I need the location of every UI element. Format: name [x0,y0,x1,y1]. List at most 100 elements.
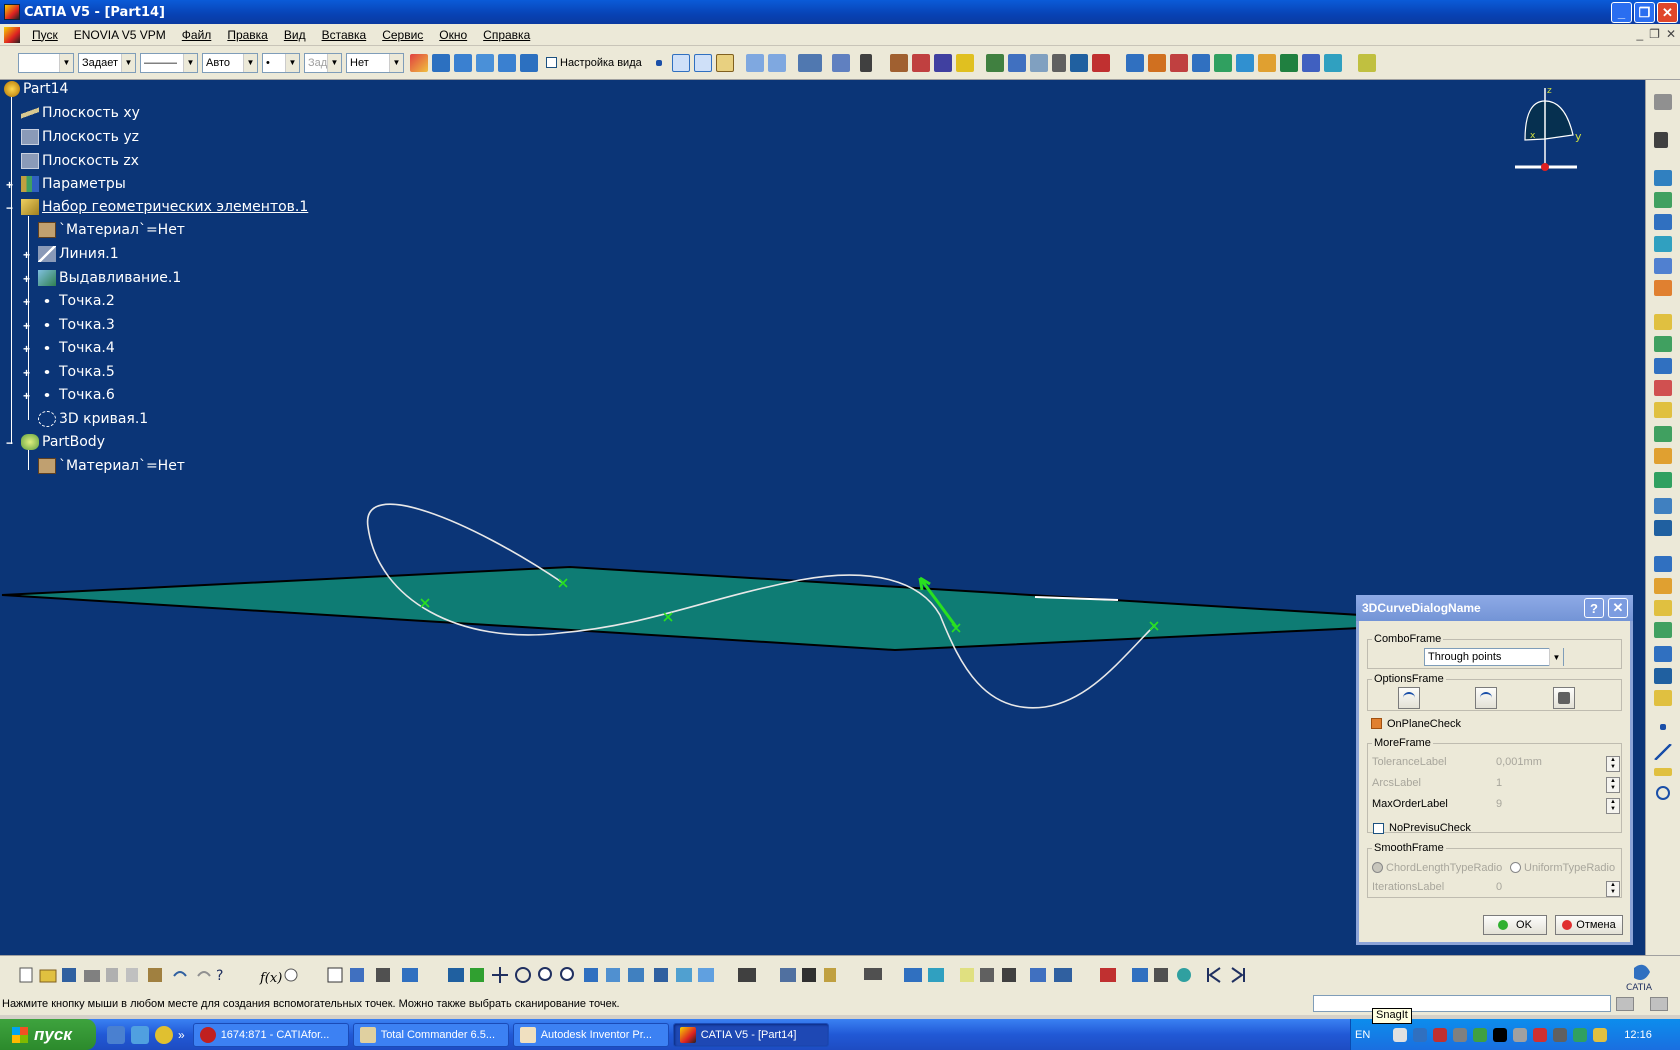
status-button-1-icon[interactable] [1616,997,1634,1011]
filter-4-icon[interactable] [498,53,516,72]
curve-icon[interactable] [693,53,712,72]
analysis-3-icon[interactable] [933,53,952,72]
curve-tool-2-icon[interactable] [1147,53,1166,72]
arcs-field[interactable]: 1 [1490,777,1610,793]
menu-view[interactable]: Вид [276,28,314,42]
doc-close-icon[interactable]: ✕ [1666,27,1676,41]
tray-bluetooth-icon[interactable] [1573,1027,1588,1042]
workbench-icon[interactable] [1654,94,1672,110]
helix-tool-icon[interactable] [1654,600,1672,616]
loft-tool-icon[interactable] [1654,358,1672,374]
sketch-icon[interactable] [1654,170,1672,186]
curve-tool-10-icon[interactable] [1323,53,1342,72]
tray-volume-icon[interactable] [1513,1027,1528,1042]
tree-item-partbody[interactable]: PartBody [21,434,105,450]
trim-tool-icon[interactable] [1654,448,1672,464]
curve-tool-5-icon[interactable] [1213,53,1232,72]
circle-tool-icon[interactable] [1654,556,1672,572]
cancel-button[interactable]: Отмена [1555,915,1623,935]
doc-restore-icon[interactable]: ❐ [1649,27,1660,41]
tray-antivirus-icon[interactable] [1433,1027,1448,1042]
collapse-icon[interactable]: − [6,437,16,449]
curve-tool-3-icon[interactable] [1169,53,1188,72]
curve-tool-9-icon[interactable] [1301,53,1320,72]
collapse-icon[interactable]: − [6,202,16,214]
extrude-tool-icon[interactable] [1654,192,1672,208]
expand-icon[interactable]: + [23,390,33,402]
checkbox-icon[interactable] [546,57,557,68]
menu-help[interactable]: Справка [475,28,538,42]
line-type-combo[interactable]: Задает ▼ [78,52,136,73]
uniform-radio[interactable] [1510,862,1521,873]
expand-icon[interactable]: + [23,273,33,285]
surface-icon[interactable] [715,53,734,72]
spline-icon[interactable] [671,53,690,72]
filter-3-icon[interactable] [476,53,494,72]
anchor-icon[interactable] [859,53,872,72]
tray-network-icon[interactable] [1393,1027,1408,1042]
curve-tool-1-icon[interactable] [1125,53,1144,72]
curve-tool-6-icon[interactable] [1235,53,1254,72]
tree-item-line-1[interactable]: Линия.1 [38,246,119,262]
minimize-button[interactable]: _ [1611,2,1632,23]
tray-settings-icon[interactable] [1453,1027,1468,1042]
polyline-tool-icon[interactable] [1654,668,1672,684]
paint-brush-icon[interactable] [410,53,428,72]
tree-item-geometric-set[interactable]: Набор геометрических элементов.1 [21,199,308,215]
expand-icon[interactable]: + [6,179,16,191]
iterations-spinner[interactable]: ▲ ▼ [1606,881,1620,897]
connect-tool-icon[interactable] [1654,646,1672,662]
menu-edit[interactable]: Правка [219,28,276,42]
quicklaunch-desktop-icon[interactable] [107,1025,125,1044]
task-total-commander[interactable]: Total Commander 6.5... [352,1022,509,1047]
tree-item-material[interactable]: `Материал`=Нет [38,222,185,238]
sphere-tool-icon[interactable] [1654,236,1672,252]
tree-root[interactable]: Part14 [4,81,68,97]
catia-app-icon[interactable] [4,4,20,20]
select-icon[interactable] [1654,132,1668,148]
spline-tool-icon[interactable] [1654,578,1672,594]
expand-icon[interactable]: + [23,249,33,261]
menu-start[interactable]: Пуск [24,28,66,42]
sweep-icon[interactable] [745,53,764,72]
task-catia[interactable]: CATIA V5 - [Part14] [672,1022,829,1047]
tool-3-icon[interactable] [1029,53,1048,72]
no-previous-checkbox[interactable] [1373,823,1384,834]
doc-minimize-icon[interactable]: _ [1636,27,1643,41]
circle-icon[interactable] [1656,786,1670,800]
tray-update-icon[interactable] [1473,1027,1488,1042]
tree-item-extrude-1[interactable]: Выдавливание.1 [38,270,181,286]
corner-tool-icon[interactable] [1654,622,1672,638]
blend-icon[interactable] [767,53,786,72]
expand-icon[interactable]: + [23,296,33,308]
filter-1-icon[interactable] [432,53,450,72]
tray-display-icon[interactable] [1413,1027,1428,1042]
layer-filter-combo[interactable]: Зад ▼ [304,52,342,73]
join-tool-icon[interactable] [1654,402,1672,418]
dialog-close-button[interactable]: ✕ [1608,598,1628,618]
blend-tool-icon[interactable] [1654,380,1672,396]
tool-5-icon[interactable] [1091,53,1110,72]
chord-length-radio[interactable] [1372,862,1383,873]
tree-item-body-material[interactable]: `Материал`=Нет [38,458,185,474]
iterations-field[interactable]: 0 [1490,881,1610,897]
compass-icon[interactable]: z x y [1505,83,1585,178]
document-icon[interactable] [4,26,20,43]
tree-item-point-2[interactable]: Точка.2 [38,293,115,309]
point-symbol-combo[interactable]: • ▼ [262,52,300,73]
status-button-2-icon[interactable] [1650,997,1668,1011]
tray-console-icon[interactable] [1493,1027,1508,1042]
question-icon[interactable] [955,53,974,72]
curve-tool-7-icon[interactable] [1257,53,1276,72]
thickness-combo[interactable]: Авто ▼ [202,52,258,73]
clock[interactable]: 12:16 [1624,1029,1652,1041]
layer-combo[interactable]: Нет ▼ [346,52,404,73]
analysis-1-icon[interactable] [889,53,908,72]
filter-2-icon[interactable] [454,53,472,72]
option-1-button[interactable] [1398,687,1420,709]
language-indicator[interactable]: EN [1355,1029,1370,1041]
restore-button[interactable]: ❐ [1634,2,1655,23]
fill-tool-icon[interactable] [1654,336,1672,352]
quicklaunch-media-icon[interactable] [155,1025,173,1044]
tree-item-point-5[interactable]: Точка.5 [38,364,115,380]
